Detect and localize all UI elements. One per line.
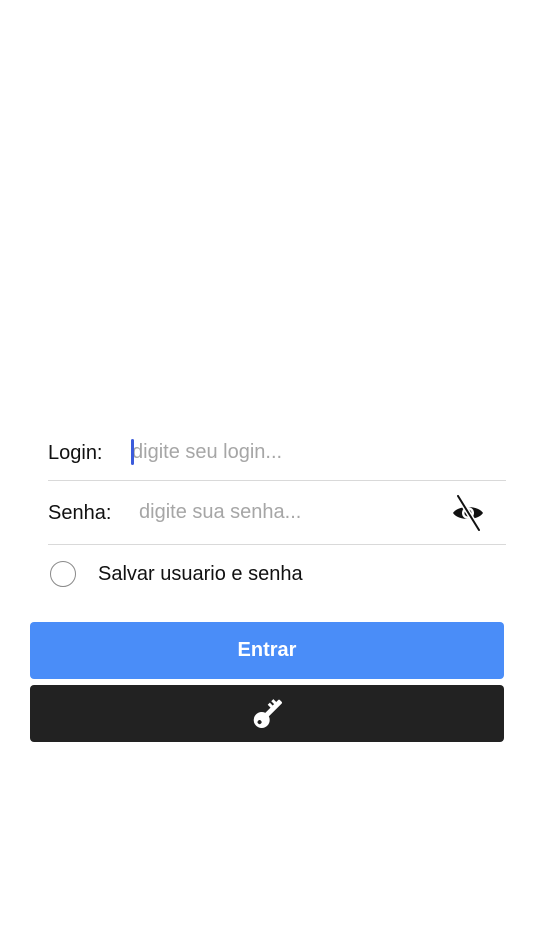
remember-credentials[interactable]: Salvar usuario e senha: [50, 545, 506, 603]
password-input[interactable]: [132, 497, 448, 528]
key-login-button[interactable]: [30, 685, 504, 742]
password-visibility-toggle[interactable]: [448, 493, 488, 533]
login-input[interactable]: [132, 437, 506, 468]
key-icon: [253, 698, 282, 728]
remember-label[interactable]: Salvar usuario e senha: [98, 564, 303, 584]
login-label: Login:: [48, 441, 103, 464]
login-row: Login:: [48, 425, 506, 481]
text-caret: [131, 438, 134, 465]
remember-radio[interactable]: [50, 561, 76, 587]
eye-slash-icon: [453, 494, 483, 531]
login-form: Login: Senha: Salvar usuario e senha: [48, 425, 506, 603]
password-input-wrapper: [132, 497, 448, 528]
enter-button[interactable]: Entrar: [30, 622, 504, 679]
enter-button-label: Entrar: [237, 639, 297, 661]
login-input-wrapper: [131, 437, 506, 468]
password-label: Senha:: [48, 501, 112, 524]
password-row: Senha:: [48, 481, 506, 545]
